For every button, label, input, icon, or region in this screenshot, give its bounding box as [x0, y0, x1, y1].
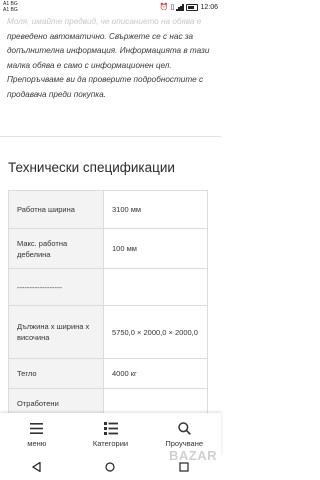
spec-label: Макс. работна дебелина — [8, 228, 104, 269]
vibrate-icon: ▯ — [170, 4, 175, 11]
nav-search-label: Проучване — [165, 438, 204, 448]
clock: 12:06 — [200, 3, 218, 11]
table-row: ------------------ — [8, 268, 208, 306]
disclaimer-text: преведено автоматично. Свържете се с нас… — [7, 31, 210, 99]
back-icon[interactable] — [31, 459, 42, 477]
spec-label: Работна ширина — [8, 190, 104, 229]
spec-value: 5750,0 × 2000,0 × 2000,0 — [103, 305, 208, 359]
table-row: Тегло 4000 кг — [8, 358, 208, 389]
alarm-icon: ⏰ — [159, 4, 169, 11]
site-watermark: BAZAR — [169, 448, 217, 463]
nav-menu-label: меню — [27, 438, 47, 448]
spec-value: 4000 кг — [103, 358, 208, 389]
nav-categories-label: Категории — [92, 438, 129, 448]
spec-value: 3100 мм — [103, 190, 208, 229]
search-icon — [177, 422, 191, 436]
spec-label: ------------------ — [8, 268, 104, 306]
section-divider — [0, 136, 221, 137]
signal-icon — [176, 3, 184, 11]
carrier-info: A1 BG A1 BG — [3, 1, 18, 13]
table-row: Макс. работна дебелина 100 мм — [8, 228, 208, 269]
battery-icon — [186, 3, 199, 11]
translation-disclaimer: Моля, имайте предвид, че описанието на о… — [7, 15, 213, 102]
spec-value — [103, 268, 208, 306]
status-bar: A1 BG A1 BG ⏰ ▯ 12:06 — [0, 0, 221, 14]
carrier-2: A1 BG — [3, 7, 18, 13]
nav-categories[interactable]: Категории — [74, 413, 148, 456]
spec-label: Тегло — [8, 358, 104, 389]
specs-table: Работна ширина 3100 мм Макс. работна деб… — [8, 190, 208, 419]
specs-heading: Технически спецификации — [8, 160, 175, 175]
disclaimer-faded-line: Моля, имайте предвид, че описанието на о… — [7, 17, 202, 26]
nav-menu[interactable]: меню — [0, 413, 74, 456]
spec-value: 100 мм — [103, 228, 208, 269]
table-row: Работна ширина 3100 мм — [8, 190, 208, 229]
categories-icon — [103, 422, 118, 436]
table-row: Дължина х ширина х височина 5750,0 × 200… — [8, 305, 208, 359]
menu-icon — [30, 422, 44, 436]
home-icon[interactable] — [105, 459, 116, 477]
status-icons: ⏰ ▯ 12:06 — [160, 3, 218, 11]
spec-label: Дължина х ширина х височина — [8, 305, 104, 359]
